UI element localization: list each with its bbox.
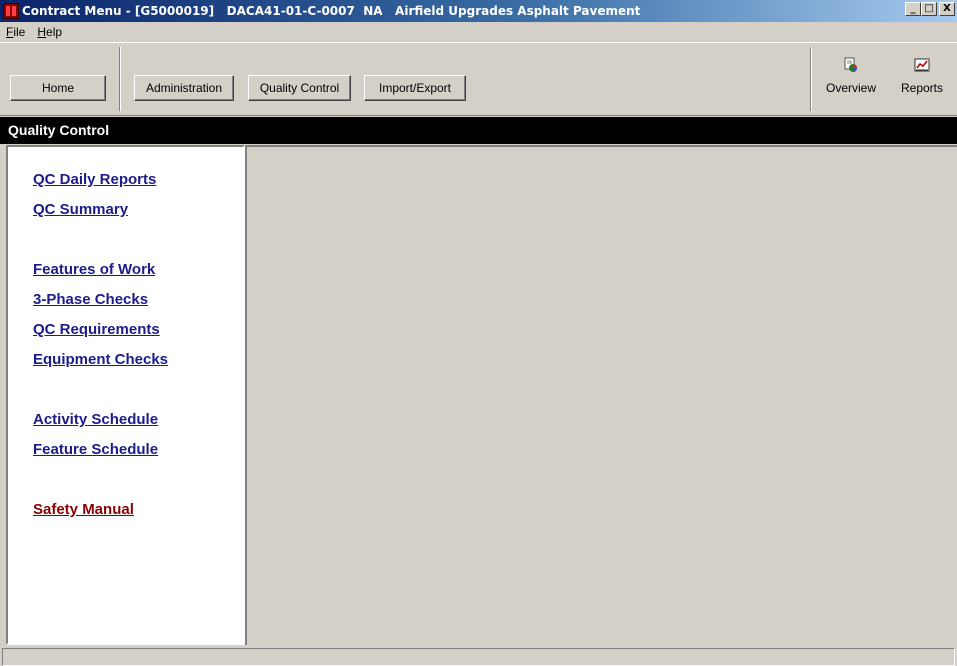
administration-button[interactable]: Administration — [134, 75, 234, 101]
window-title: Contract Menu - [G5000019] DACA41-01-C-0… — [22, 4, 641, 18]
overview-icon — [844, 57, 857, 72]
status-bar — [2, 648, 955, 666]
nav-link-safety-manual[interactable]: Safety Manual — [33, 501, 134, 518]
menu-help[interactable]: Help — [37, 25, 62, 39]
nav-link-features-of-work[interactable]: Features of Work — [33, 261, 155, 278]
nav-link-equipment-checks[interactable]: Equipment Checks — [33, 351, 168, 368]
nav-panel: QC Daily Reports QC Summary Features of … — [6, 145, 245, 645]
toolbar-divider — [810, 47, 812, 111]
overview-label: Overview — [825, 81, 876, 95]
nav-link-qc-summary[interactable]: QC Summary — [33, 201, 128, 218]
close-button[interactable]: X — [939, 2, 955, 16]
reports-button[interactable]: Reports — [890, 51, 954, 111]
nav-link-qc-requirements[interactable]: QC Requirements — [33, 321, 160, 338]
menu-bar: File Help — [0, 22, 957, 42]
home-button[interactable]: Home — [10, 75, 106, 101]
title-bar[interactable]: Contract Menu - [G5000019] DACA41-01-C-0… — [0, 0, 957, 22]
section-header: Quality Control — [0, 117, 957, 144]
overview-button[interactable]: Overview — [820, 51, 882, 111]
nav-link-qc-daily-reports[interactable]: QC Daily Reports — [33, 171, 156, 188]
window-controls: _ □ X — [905, 2, 955, 16]
menu-file[interactable]: File — [6, 25, 25, 39]
import-export-button[interactable]: Import/Export — [364, 75, 466, 101]
toolbar-divider — [119, 47, 121, 111]
nav-link-activity-schedule[interactable]: Activity Schedule — [33, 411, 158, 428]
main-content-area — [245, 145, 957, 645]
nav-link-feature-schedule[interactable]: Feature Schedule — [33, 441, 158, 458]
toolbar: Home Administration Quality Control Impo… — [0, 42, 957, 116]
quality-control-button[interactable]: Quality Control — [248, 75, 351, 101]
nav-link-3-phase-checks[interactable]: 3-Phase Checks — [33, 291, 148, 308]
reports-label: Reports — [900, 81, 944, 95]
maximize-button[interactable]: □ — [921, 2, 937, 16]
minimize-button[interactable]: _ — [905, 2, 921, 16]
app-logo-icon[interactable] — [3, 3, 19, 19]
reports-icon — [914, 58, 930, 72]
